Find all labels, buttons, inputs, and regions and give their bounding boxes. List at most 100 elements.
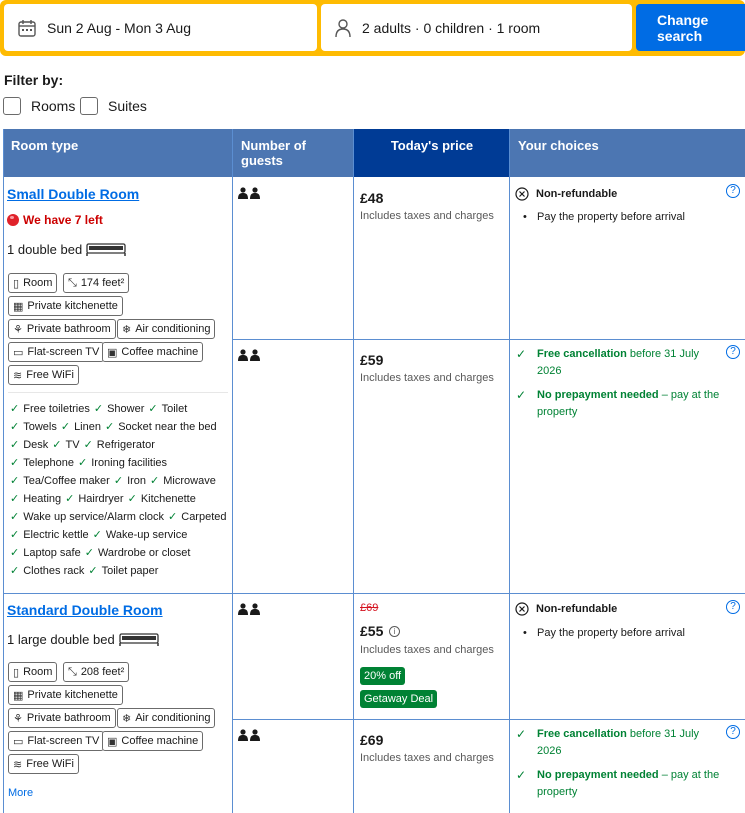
kitchenette-icon: ▦: [13, 300, 24, 313]
deal-badge: Getaway Deal: [360, 690, 438, 708]
facility-item: Refrigerator: [96, 439, 155, 451]
facility-item: Ironing facilities: [91, 457, 168, 469]
facility-item: Laptop safe: [23, 547, 81, 559]
chip-room: ▯ Room: [8, 273, 58, 293]
chip-bathroom: ⚘ Private bathroom: [8, 319, 116, 339]
suites-label: Suites: [108, 98, 147, 114]
payment-note: Pay the property before arrival: [523, 211, 685, 223]
check-icon: ✓: [127, 493, 137, 505]
check-icon: ✓: [83, 439, 93, 451]
facility-row: ✓ Laptop safe ✓ Wardrobe or closet: [10, 546, 194, 559]
check-icon: ✓: [516, 768, 527, 782]
no-prepayment: ✓ No prepayment needed – pay at the prope…: [516, 768, 720, 798]
dates-value: Sun 2 Aug - Mon 3 Aug: [47, 19, 191, 36]
chip-coffee: ▣ Coffee machine: [102, 342, 204, 362]
facility-item: TV: [65, 439, 80, 451]
size-icon: ⤡: [68, 665, 77, 678]
free-cancellation: ✓ Free cancellation before 31 July 2026: [516, 727, 700, 757]
check-icon: ✓: [150, 475, 160, 487]
chip-tv: ▭ Flat-screen TV: [8, 342, 105, 362]
coffee-machine-icon: ▣: [107, 346, 118, 359]
rooms-checkbox[interactable]: [3, 97, 21, 115]
help-icon[interactable]: ?: [726, 184, 740, 198]
facility-item: Towels: [23, 421, 57, 433]
filter-rooms[interactable]: Rooms: [3, 97, 75, 115]
chip-kitchenette: ▦ Private kitchenette: [8, 296, 123, 316]
tv-icon: ▭: [13, 735, 24, 748]
bed-label: 1 double bed: [7, 241, 83, 257]
facility-item: Telephone: [23, 457, 74, 469]
alert-text: We have 7 left: [23, 213, 103, 227]
facility-row: ✓ Electric kettle ✓ Wake-up service: [10, 528, 191, 541]
facility-item: Clothes rack: [23, 565, 85, 577]
alert-dot-icon: [7, 214, 19, 226]
facility-item: Wake-up service: [105, 529, 188, 541]
check-icon: ✓: [84, 547, 94, 559]
wifi-icon: ≋: [13, 758, 23, 771]
facility-row: ✓ Towels ✓ Linen ✓ Socket near the bed: [10, 420, 221, 433]
header-choices: Your choices: [510, 129, 745, 177]
facility-row: ✓ Clothes rack ✓ Toilet paper: [10, 564, 162, 577]
two-persons-icon: [238, 729, 260, 741]
payment-note: Pay the property before arrival: [523, 627, 685, 639]
room-name-link[interactable]: Standard Double Room: [7, 602, 163, 618]
check-icon: ✓: [10, 439, 20, 451]
help-icon[interactable]: ?: [726, 600, 740, 614]
snowflake-icon: ❄: [122, 712, 132, 725]
facility-row: ✓ Free toiletries ✓ Shower ✓ Toilet: [10, 402, 191, 415]
grid-line: [3, 129, 4, 813]
non-refundable-label: Non-refundable: [515, 602, 617, 616]
chip-bathroom: ⚘ Private bathroom: [8, 708, 116, 728]
check-icon: ✓: [92, 529, 102, 541]
more-link[interactable]: More: [8, 787, 33, 799]
grid-line: [233, 719, 745, 720]
door-icon: ▯: [13, 666, 20, 679]
no-refund-icon: [515, 187, 529, 201]
check-icon: ✓: [93, 403, 104, 415]
chip-tv: ▭ Flat-screen TV: [8, 731, 105, 751]
info-icon[interactable]: i: [389, 626, 400, 637]
bed-info: 1 large double bed: [7, 631, 159, 647]
chip-kitchenette: ▦ Private kitchenette: [8, 685, 123, 705]
divider: [8, 392, 228, 393]
guests-field[interactable]: 2 adults · 0 children · 1 room: [321, 4, 632, 51]
help-icon[interactable]: ?: [726, 725, 740, 739]
check-icon: ✓: [113, 475, 124, 487]
room-name-link[interactable]: Small Double Room: [7, 186, 139, 202]
check-icon: ✓: [10, 511, 20, 523]
price: £55: [360, 623, 384, 639]
check-icon: ✓: [52, 439, 62, 451]
header-room-type: Room type: [3, 129, 233, 177]
check-icon: ✓: [10, 421, 20, 433]
price: £59: [360, 352, 384, 368]
suites-checkbox[interactable]: [80, 97, 98, 115]
check-icon: ✓: [10, 547, 20, 559]
check-icon: ✓: [516, 347, 527, 361]
facility-row: ✓ Tea/Coffee maker ✓ Iron ✓ Microwave: [10, 474, 220, 487]
change-search-button[interactable]: Change search: [636, 4, 745, 51]
help-icon[interactable]: ?: [726, 345, 740, 359]
check-icon: ✓: [516, 727, 527, 741]
bed-icon: [118, 633, 159, 646]
facility-item: Toilet paper: [101, 565, 159, 577]
dates-field[interactable]: Sun 2 Aug - Mon 3 Aug: [4, 4, 317, 51]
filter-suites[interactable]: Suites: [80, 97, 147, 115]
filter-title: Filter by:: [4, 72, 64, 88]
header-guests: Number of guests: [233, 129, 354, 177]
check-icon: ✓: [10, 529, 20, 541]
facility-row: ✓ Desk ✓ TV ✓ Refrigerator: [10, 438, 159, 451]
bed-label: 1 large double bed: [7, 631, 115, 647]
rooms-table: Room type Number of guests Today's price…: [3, 129, 745, 813]
check-icon: ✓: [10, 475, 20, 487]
chip-aircon: ❄ Air conditioning: [117, 708, 216, 728]
facility-item: Microwave: [163, 475, 216, 487]
facility-item: Carpeted: [181, 511, 227, 523]
check-icon: ✓: [10, 403, 20, 415]
check-icon: ✓: [60, 421, 71, 433]
chip-wifi: ≋ Free WiFi: [8, 365, 79, 385]
search-bar: Sun 2 Aug - Mon 3 Aug 2 adults · 0 child…: [0, 0, 745, 56]
facility-row: ✓ Heating ✓ Hairdryer ✓ Kitchenette: [10, 492, 200, 505]
chip-aircon: ❄ Air conditioning: [117, 319, 216, 339]
snowflake-icon: ❄: [122, 323, 132, 336]
check-icon: ✓: [10, 565, 20, 577]
